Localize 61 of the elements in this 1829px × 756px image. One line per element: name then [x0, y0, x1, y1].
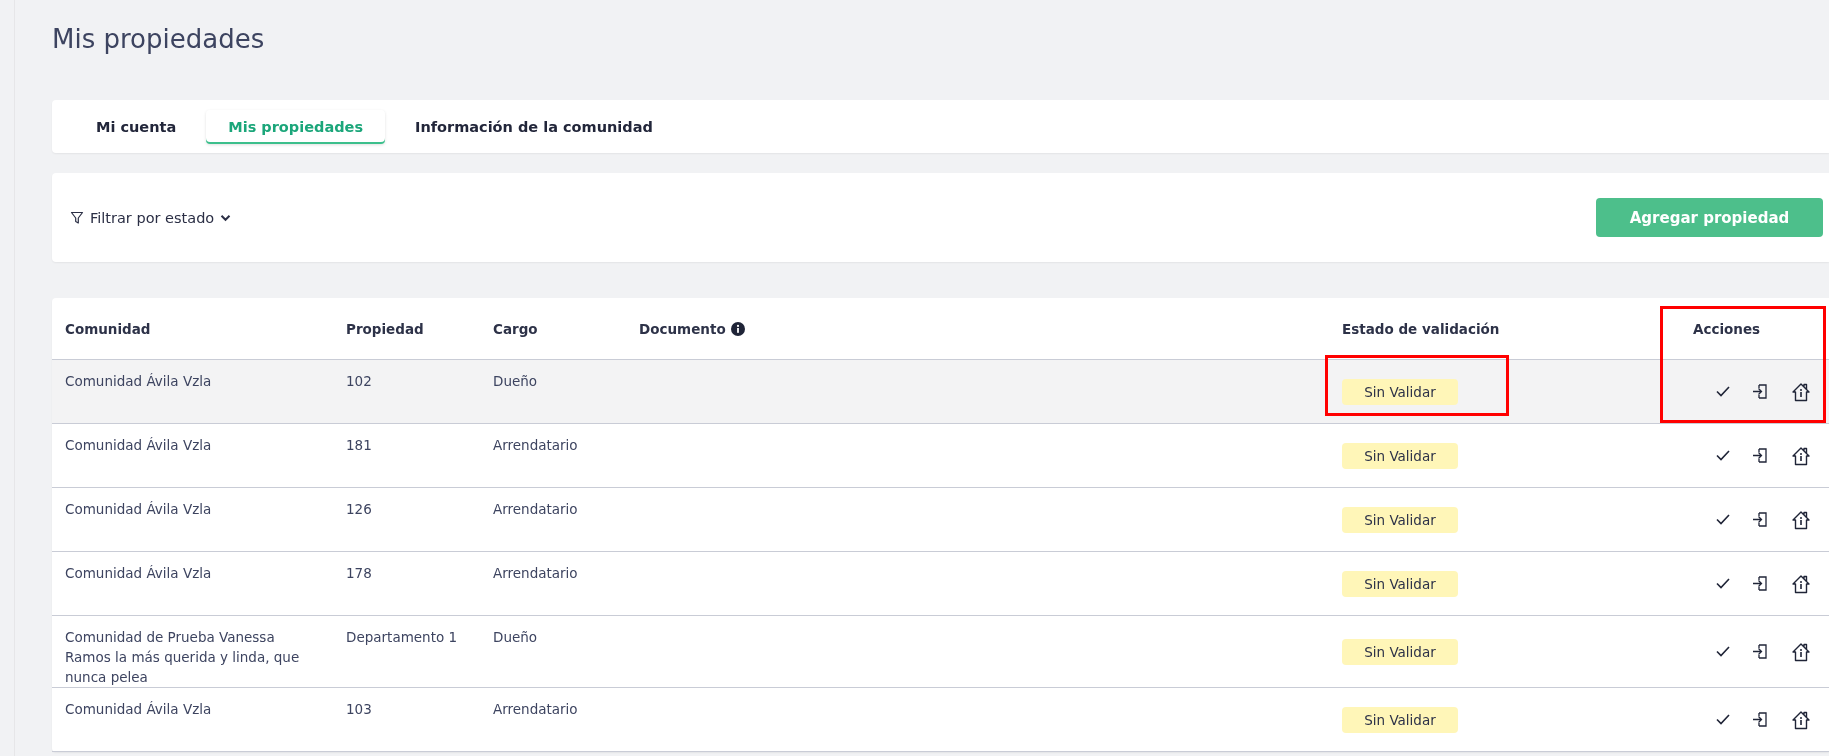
table-cell: Arrendatario [493, 565, 578, 581]
house-info-icon[interactable] [1791, 445, 1811, 466]
check-icon[interactable] [1716, 646, 1730, 657]
table-row[interactable]: Comunidad Ávila Vzla 126 Arrendatario Sin Validar [52, 488, 1829, 552]
table-row[interactable]: Comunidad de Prueba Vanessa Ramos la más querida y linda, que nunca pelea Departamento 1 Dueño Sin Validar [52, 616, 1829, 688]
status-badge: Sin Validar [1342, 638, 1458, 665]
chevron-down-icon [220, 213, 232, 222]
column-header: Cargo [493, 320, 538, 337]
table-cell: 102 [346, 373, 372, 389]
house-info-icon[interactable] [1791, 509, 1811, 530]
column-header: Documento [639, 320, 726, 337]
table-cell: Departamento 1 [346, 629, 458, 645]
status-badge: Sin Validar [1342, 442, 1458, 469]
sign-in-icon[interactable] [1752, 575, 1769, 592]
table-cell: Arrendatario [493, 701, 578, 717]
table-cell: Arrendatario [493, 501, 578, 517]
filter-icon [70, 210, 84, 225]
table-row[interactable]: Comunidad Ávila Vzla 178 Arrendatario Sin Validar [52, 552, 1829, 616]
table-cell: Dueño [493, 373, 538, 389]
check-icon[interactable] [1716, 514, 1730, 525]
table-cell: Arrendatario [493, 437, 578, 453]
status-badge: Sin Validar [1342, 506, 1458, 533]
house-info-icon[interactable] [1791, 709, 1811, 730]
sign-in-icon[interactable] [1752, 511, 1769, 528]
table-row[interactable]: Comunidad Ávila Vzla 102 Dueño Sin Validar [52, 360, 1829, 424]
sign-in-icon[interactable] [1752, 711, 1769, 728]
info-icon[interactable] [730, 321, 745, 336]
table-cell: Comunidad Ávila Vzla [65, 437, 212, 453]
sign-in-icon[interactable] [1752, 643, 1769, 660]
table-cell: 181 [346, 437, 372, 453]
page-title: Mis propiedades [52, 23, 266, 56]
table-row[interactable]: Comunidad Ávila Vzla 103 Arrendatario Sin Validar [52, 688, 1829, 752]
check-icon[interactable] [1716, 386, 1730, 397]
tab[interactable]: Mi cuenta [74, 109, 199, 144]
table-cell: Comunidad Ávila Vzla [65, 501, 212, 517]
table-row[interactable]: Comunidad Ávila Vzla 181 Arrendatario Sin Validar [52, 424, 1829, 488]
sign-in-icon[interactable] [1752, 447, 1769, 464]
table-cell: 126 [346, 501, 372, 517]
status-badge: Sin Validar [1342, 378, 1458, 405]
house-info-icon[interactable] [1791, 641, 1811, 662]
table-cell: Comunidad Ávila Vzla [65, 373, 212, 389]
column-header: Acciones [1693, 320, 1761, 337]
tab[interactable]: Información de la comunidad [393, 109, 675, 144]
check-icon[interactable] [1716, 450, 1730, 461]
filter-dropdown[interactable]: Filtrar por estado [70, 209, 232, 226]
house-info-icon[interactable] [1791, 381, 1811, 402]
status-badge: Sin Validar [1342, 706, 1458, 733]
column-header: Estado de validación [1342, 320, 1500, 337]
sign-in-icon[interactable] [1752, 383, 1769, 400]
table-cell: Dueño [493, 629, 538, 645]
table-cell: 178 [346, 565, 372, 581]
table-cell: Comunidad de Prueba Vanessa Ramos la más querida y linda, que nunca pelea [65, 629, 300, 685]
column-header: Propiedad [346, 320, 424, 337]
table-cell: Comunidad Ávila Vzla [65, 565, 212, 581]
check-icon[interactable] [1716, 578, 1730, 589]
table-cell: Comunidad Ávila Vzla [65, 701, 212, 717]
column-header: Comunidad [65, 320, 151, 337]
status-badge: Sin Validar [1342, 570, 1458, 597]
table-cell: 103 [346, 701, 372, 717]
house-info-icon[interactable] [1791, 573, 1811, 594]
check-icon[interactable] [1716, 714, 1730, 725]
